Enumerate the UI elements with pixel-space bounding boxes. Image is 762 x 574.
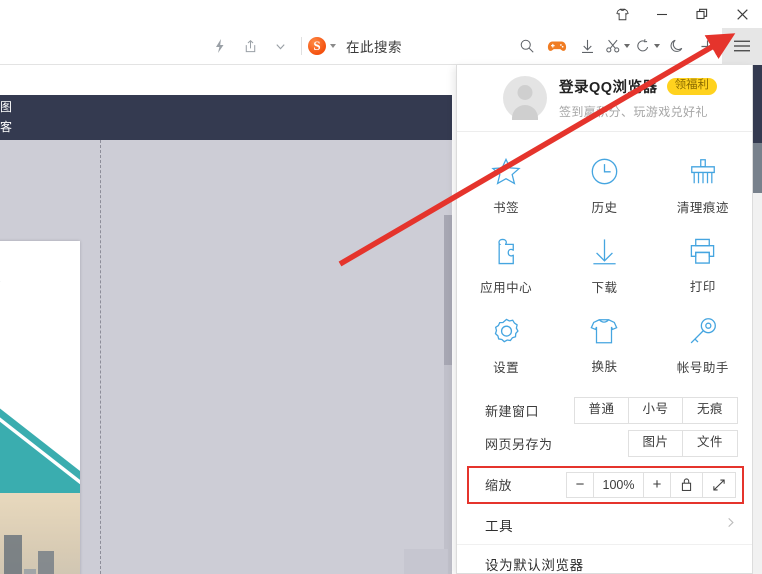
page-header-text: 图客	[0, 100, 13, 134]
hamburger-menu-icon[interactable]	[722, 27, 762, 65]
search-icon[interactable]	[512, 28, 542, 65]
close-button[interactable]	[722, 0, 762, 28]
new-window-label: 新建窗口	[485, 404, 540, 419]
menu-item-label: 设置	[493, 361, 520, 375]
menu-item-label: 书签	[493, 201, 520, 215]
browser-toolbar: S 在此搜索	[0, 27, 762, 65]
menu-item-tools[interactable]: 工具	[457, 506, 752, 544]
menu-item-settings[interactable]: 设置	[457, 308, 555, 388]
menu-item-downloads[interactable]: 下载	[555, 228, 653, 308]
menu-icon-grid: 书签 历史 清理痕迹 应用中心 下载 打印 设置 换肤 帐号助手	[457, 132, 752, 394]
page-scrollbar-thumb[interactable]	[444, 215, 452, 365]
new-window-normal-button[interactable]: 普通	[575, 398, 629, 423]
lightning-icon[interactable]	[205, 28, 235, 65]
page-header-bar: 图客	[0, 95, 452, 140]
zoom-level-value[interactable]: 100%	[594, 472, 644, 497]
add-icon[interactable]	[692, 28, 722, 65]
download-icon	[590, 237, 619, 266]
menu-item-skin[interactable]: 换肤	[555, 308, 653, 388]
gamepad-icon[interactable]	[542, 28, 572, 65]
title-bar	[0, 0, 762, 28]
moon-icon[interactable]	[662, 28, 692, 65]
star-icon	[491, 157, 521, 186]
zoom-in-button[interactable]: +	[644, 472, 671, 497]
menu-item-label: 历史	[591, 201, 618, 215]
clock-icon	[590, 157, 619, 186]
chevron-right-icon	[725, 516, 736, 534]
skin-button[interactable]	[602, 0, 642, 28]
account-login-row[interactable]: 登录QQ浏览器 领福利 签到赢积分、玩游戏兑好礼	[457, 65, 752, 132]
document-viewer: N HERE	[0, 140, 452, 574]
puzzle-icon	[493, 237, 520, 266]
next-page-button[interactable]	[404, 549, 448, 574]
avatar[interactable]	[503, 76, 547, 120]
menu-item-clear-traces[interactable]: 清理痕迹	[654, 148, 752, 228]
minimize-button[interactable]	[642, 0, 682, 28]
gear-icon	[492, 317, 521, 346]
menu-item-label: 帐号助手	[676, 361, 729, 375]
save-as-image-button[interactable]: 图片	[629, 431, 683, 456]
menu-item-history[interactable]: 历史	[555, 148, 653, 228]
tshirt-icon	[589, 317, 619, 345]
menu-item-set-default-browser[interactable]: 设为默认浏览器	[457, 544, 752, 573]
key-icon	[688, 317, 718, 346]
scissors-icon[interactable]	[602, 28, 632, 65]
menu-item-print[interactable]: 打印	[654, 228, 752, 308]
save-as-label: 网页另存为	[485, 437, 553, 452]
save-as-file-button[interactable]: 文件	[683, 431, 737, 456]
printer-icon	[688, 237, 717, 265]
menu-item-bookmarks[interactable]: 书签	[457, 148, 555, 228]
search-input[interactable]: 在此搜索	[346, 36, 402, 56]
menu-item-label: 下载	[591, 281, 618, 295]
new-window-small-button[interactable]: 小号	[629, 398, 683, 423]
new-window-incognito-button[interactable]: 无痕	[683, 398, 737, 423]
fullscreen-icon[interactable]	[703, 472, 735, 497]
share-icon[interactable]	[235, 28, 265, 65]
menu-item-label: 换肤	[591, 360, 618, 374]
zoom-controls: − 100% +	[566, 471, 736, 498]
window-scrollbar-thumb-secondary[interactable]	[753, 143, 762, 193]
browser-main-menu-panel: 登录QQ浏览器 领福利 签到赢积分、玩游戏兑好礼 书签 历史 清理痕迹 应用中心…	[456, 65, 753, 574]
zoom-label: 缩放	[485, 478, 513, 493]
window-scrollbar-thumb[interactable]	[753, 65, 762, 143]
menu-item-label: 打印	[689, 280, 716, 294]
menu-item-app-center[interactable]: 应用中心	[457, 228, 555, 308]
account-title[interactable]: 登录QQ浏览器	[559, 76, 658, 97]
menu-item-label: 清理痕迹	[676, 201, 729, 215]
document-title-text: N HERE	[0, 273, 2, 285]
toolbar-divider	[301, 37, 302, 55]
lock-icon[interactable]	[671, 472, 703, 497]
document-preview-card[interactable]: N HERE	[0, 241, 80, 574]
menu-item-label: 工具	[485, 519, 514, 534]
download-icon[interactable]	[572, 28, 602, 65]
broom-icon	[688, 157, 718, 186]
new-window-row: 新建窗口 普通 小号 无痕	[457, 394, 752, 427]
refresh-icon[interactable]	[632, 28, 662, 65]
viewer-guide-line	[100, 140, 101, 574]
search-box[interactable]: S 在此搜索	[308, 28, 402, 65]
save-as-row: 网页另存为 图片 文件	[457, 427, 752, 460]
menu-item-account-assistant[interactable]: 帐号助手	[654, 308, 752, 388]
zoom-row-highlighted: 缩放 − 100% +	[467, 466, 744, 504]
menu-item-label: 设为默认浏览器	[485, 557, 584, 573]
reward-badge[interactable]: 领福利	[666, 78, 718, 95]
sogou-logo-icon[interactable]: S	[308, 37, 326, 55]
zoom-out-button[interactable]: −	[567, 472, 594, 497]
chevron-down-icon[interactable]	[265, 28, 295, 65]
search-engine-caret-icon[interactable]	[330, 44, 336, 48]
menu-item-label: 应用中心	[480, 281, 533, 295]
restore-button[interactable]	[682, 0, 722, 28]
browser-window: S 在此搜索 图 客 登录QQ浏览器 领福利 签到赢积分、玩游戏兑好礼 书签 历…	[0, 0, 762, 574]
document-cityscape-photo	[0, 493, 80, 574]
account-subtitle: 签到赢积分、玩游戏兑好礼	[559, 105, 708, 119]
